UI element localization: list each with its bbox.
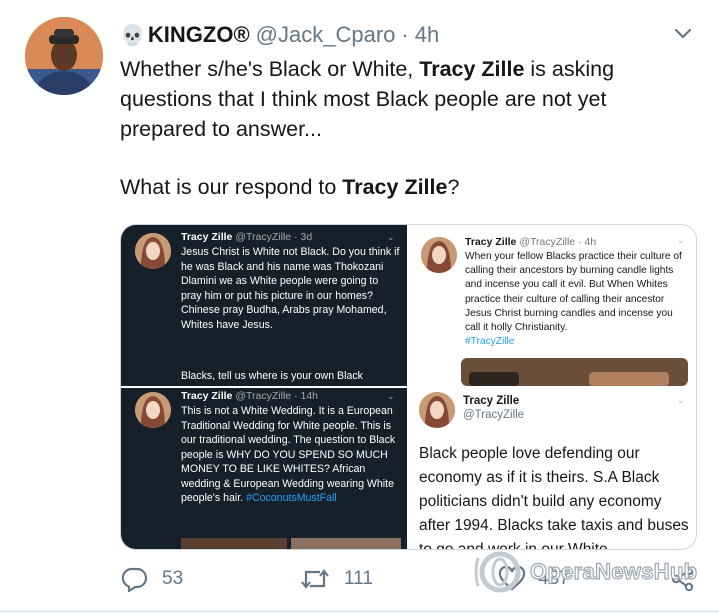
mention-tracy-zille[interactable]: Tracy Zille [342,175,447,199]
opera-news-logo-icon [474,551,521,593]
embedded-text-continued: Blacks, tell us where is your own Black [181,370,363,382]
image-grid[interactable]: Tracy Zille @TracyZille · 3d ⌄ Jesus Chri… [120,224,697,550]
reply-count: 53 [162,568,184,589]
embedded-avatar [135,392,171,428]
chevron-down-icon: ⌄ [677,395,685,405]
separator-dot: · [401,22,409,47]
embedded-avatar [421,237,457,273]
reply-icon [121,567,148,592]
author-handle[interactable]: @Jack_Cparo [256,22,396,48]
chevron-down-icon: ⌄ [677,235,685,245]
reply-button[interactable]: 53 [120,566,183,592]
embedded-header: Tracy Zille @TracyZille · 4h [465,236,597,248]
watermark: OperaNewsHub [470,548,715,596]
skull-icon: 💀 [120,24,145,47]
author-name[interactable]: KINGZO® [148,22,250,48]
embedded-photo [469,372,519,386]
chevron-down-icon: ⌄ [387,232,395,242]
embedded-screenshot-top-right[interactable]: Tracy Zille @TracyZille · 4h ⌄ When your … [409,225,696,386]
embedded-header: Tracy Zille @TracyZille · 3d [181,231,313,243]
author-avatar[interactable] [25,17,103,95]
embedded-avatar [419,392,455,428]
embedded-photo [589,372,669,386]
tweet-header: 💀 KINGZO® @Jack_Cparo · 4h [120,20,649,50]
embedded-header: Tracy Zille @TracyZille · 14h [181,390,318,402]
chevron-down-icon[interactable] [673,26,693,42]
tweet-paragraph-1: Whether s/he's Black or White, Tracy Zil… [120,57,615,141]
tweet-text: Whether s/he's Black or White, Tracy Zil… [120,54,680,202]
embedded-photo [181,538,287,549]
embedded-screenshot-bottom-right[interactable]: Tracy Zille @TracyZille ⌄ Black people l… [409,388,696,549]
retweet-button[interactable]: 111 [300,566,373,592]
chevron-down-icon: ⌄ [387,391,395,401]
embedded-photo [291,538,401,549]
embedded-text: When your fellow Blacks practice their c… [465,251,682,348]
embedded-screenshot-top-left[interactable]: Tracy Zille @TracyZille · 3d ⌄ Jesus Chri… [121,225,407,386]
embedded-text: This is not a White Wedding. It is a Eur… [181,405,396,504]
tweet-paragraph-2: What is our respond to Tracy Zille? [120,175,460,199]
mention-tracy-zille[interactable]: Tracy Zille [419,57,524,81]
embedded-text: Jesus Christ is White not Black. Do you … [181,246,400,331]
retweet-icon [301,569,329,589]
embedded-text: Black people love defending our economy … [419,445,689,549]
embedded-avatar [135,233,171,269]
tweet-timestamp[interactable]: 4h [415,22,439,48]
embedded-screenshot-bottom-left[interactable]: Tracy Zille @TracyZille · 14h ⌄ This is n… [121,388,407,549]
embedded-header: Tracy Zille @TracyZille [463,395,525,421]
retweet-count: 111 [344,568,373,589]
watermark-text: OperaNewsHub [529,558,698,584]
